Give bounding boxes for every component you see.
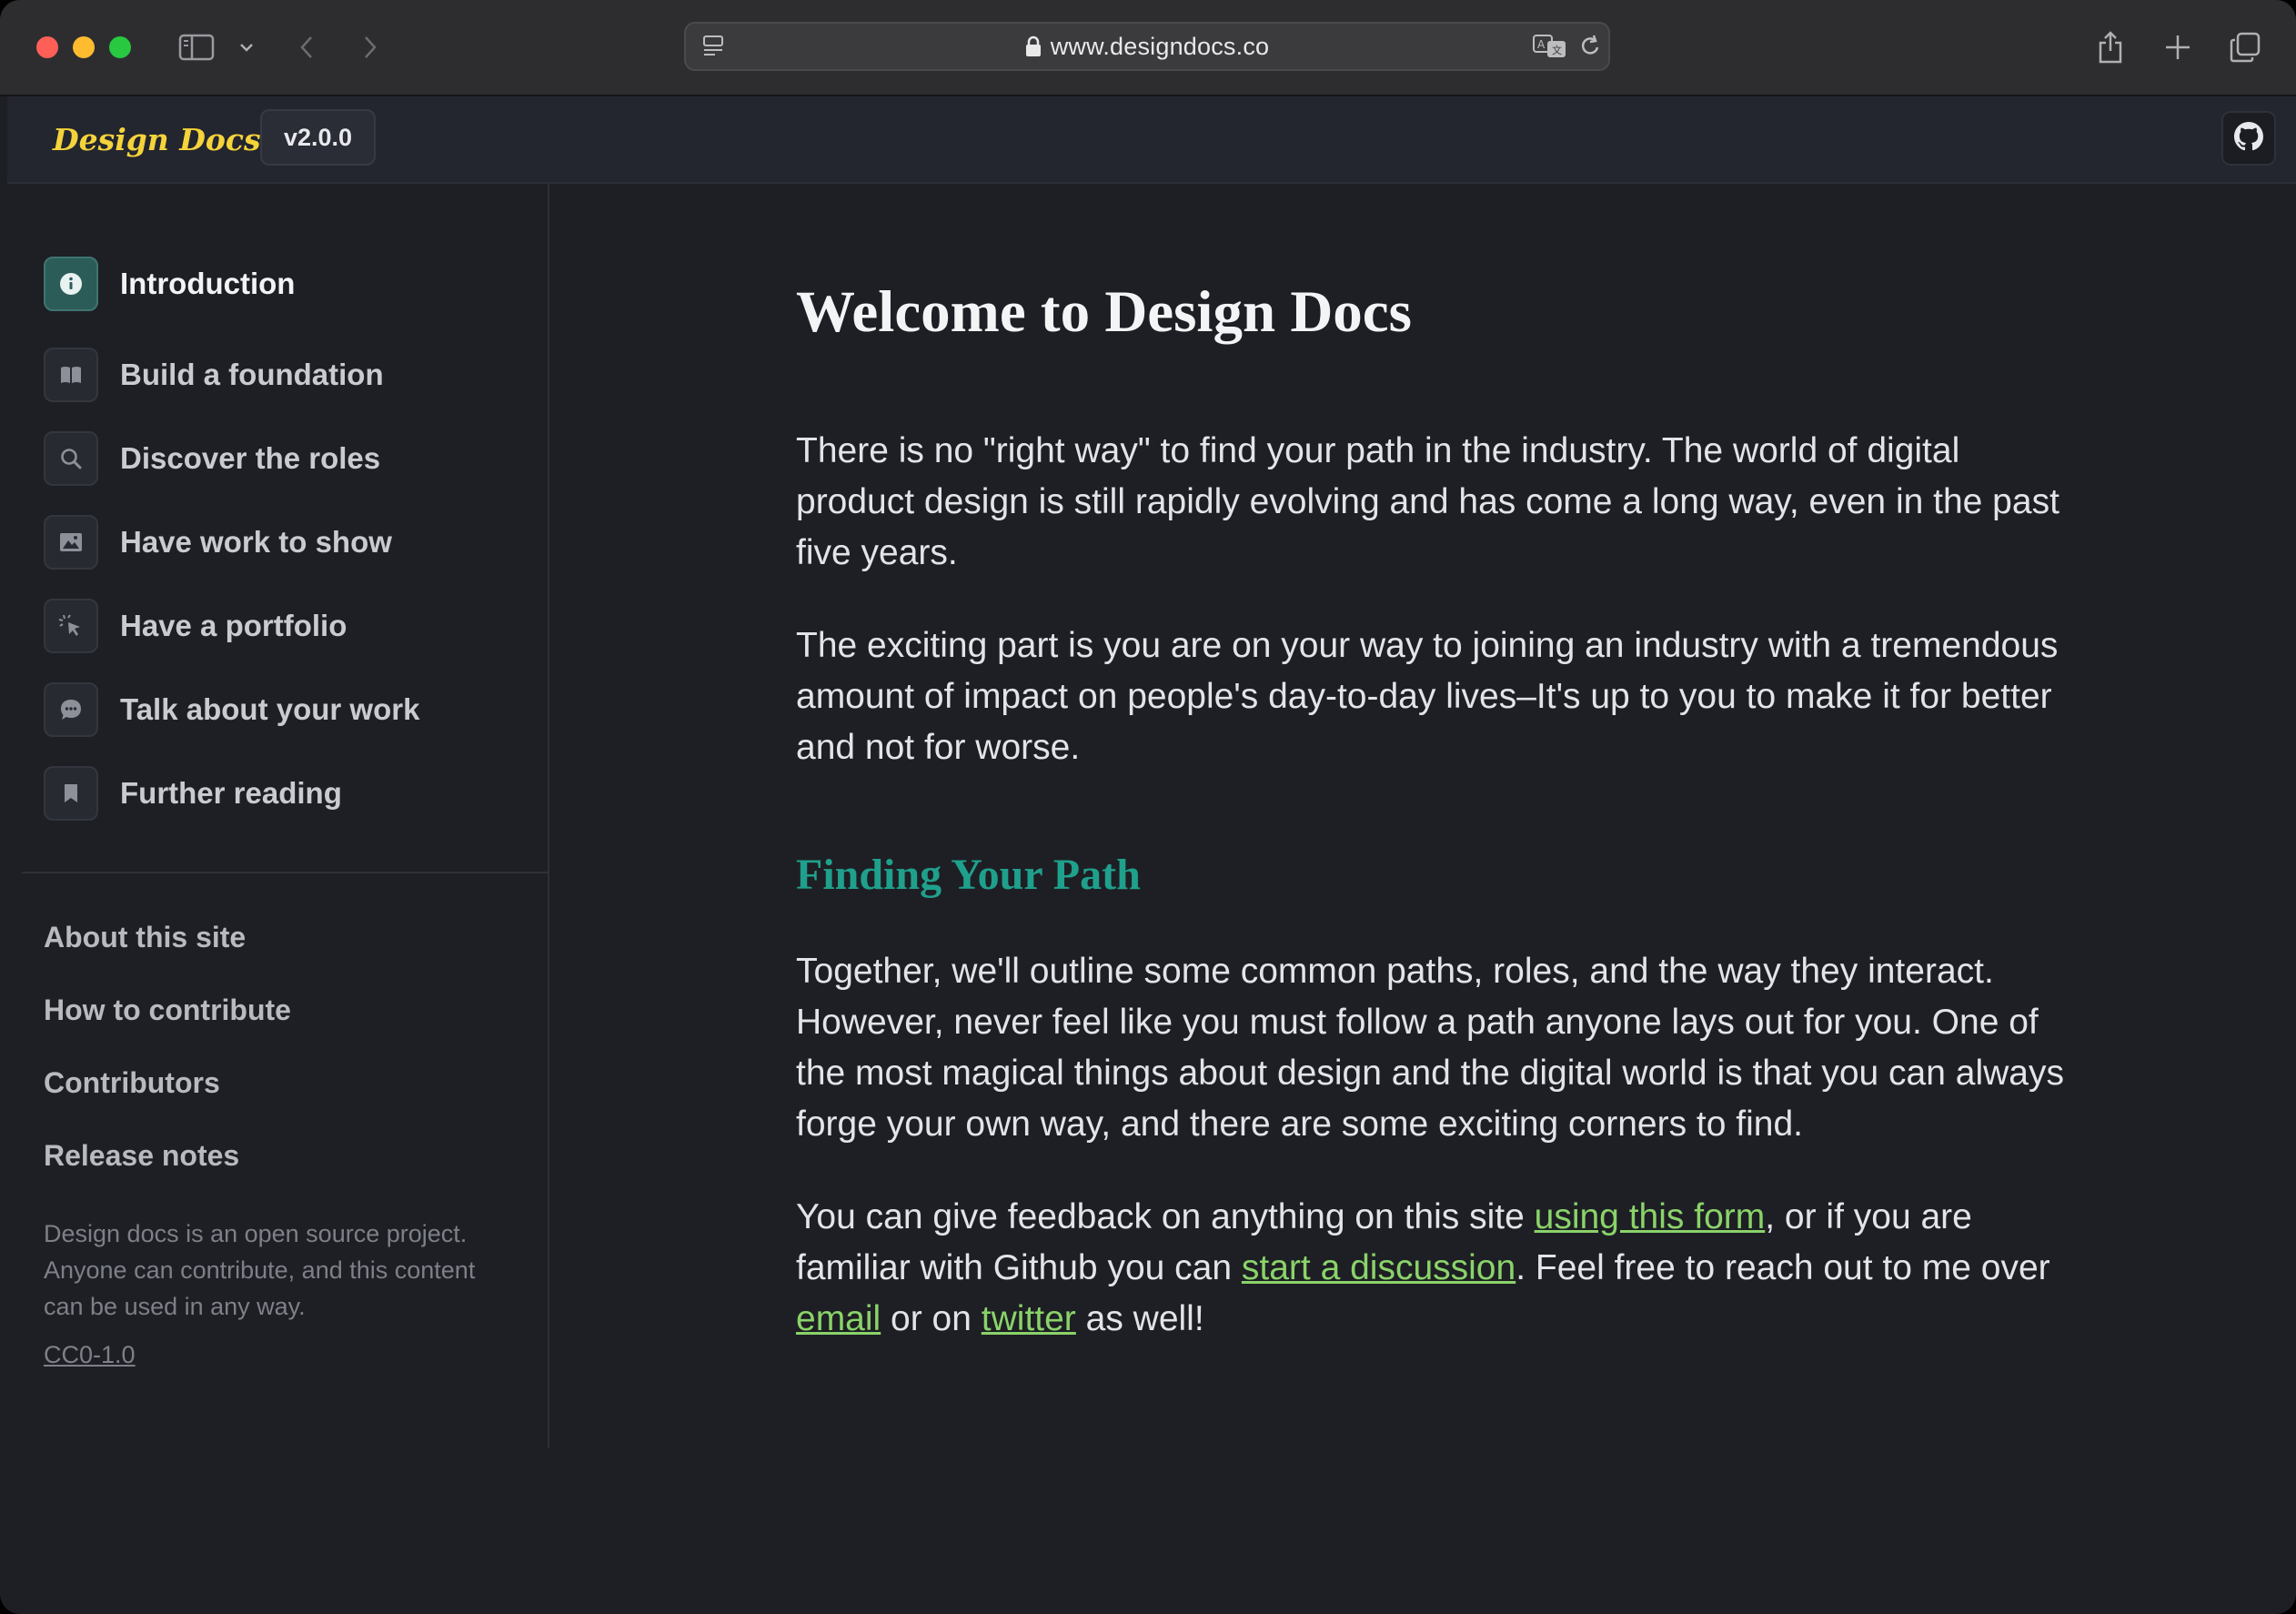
intro-paragraph-1: There is no "right way" to find your pat… [796,431,2059,572]
chat-bubble-icon [44,682,98,737]
svg-text:文: 文 [1552,44,1562,56]
sidebar-item-talk-about-your-work[interactable]: Talk about your work [44,682,419,737]
browser-window: www.designdocs.co A文 Design Docs v2.0.0 [0,0,2296,1614]
tab-overview-icon[interactable] [2227,25,2263,69]
share-icon[interactable] [2092,25,2129,69]
reload-icon[interactable] [1576,24,1606,69]
sidebar-item-build-a-foundation[interactable]: Build a foundation [44,348,384,402]
version-badge[interactable]: v2.0.0 [260,109,377,166]
intro-paragraph-2: The exciting part is you are on your way… [796,626,2059,767]
search-icon [44,431,98,486]
address-bar[interactable]: www.designdocs.co A文 [684,22,1610,71]
cursor-click-icon [44,599,98,653]
feedback-text: as well! [1075,1299,1204,1338]
new-tab-icon[interactable] [2160,25,2196,69]
browser-toolbar: www.designdocs.co A文 [0,0,2296,96]
feedback-text: You can give feedback on anything on thi… [796,1197,1535,1236]
how-to-contribute-link[interactable]: How to contribute [44,994,291,1027]
sidebar-item-have-a-portfolio[interactable]: Have a portfolio [44,599,347,653]
github-icon [2234,121,2263,156]
license-link[interactable]: CC0-1.0 [44,1341,136,1369]
sidebar-item-introduction[interactable]: Introduction [44,257,295,311]
sidebar-item-label: Build a foundation [120,358,384,391]
section-paragraph: Together, we'll outline some common path… [796,952,2064,1144]
release-notes-link[interactable]: Release notes [44,1139,239,1173]
github-button[interactable] [2221,111,2276,166]
book-icon [44,348,98,402]
info-icon [44,257,98,311]
sidebar-item-label: Discover the roles [120,441,381,475]
twitter-link[interactable]: twitter [982,1299,1076,1338]
chevron-down-icon[interactable] [233,25,260,69]
image-icon [44,515,98,570]
back-arrow-icon[interactable] [293,25,320,69]
bookmark-icon [44,766,98,821]
svg-text:A: A [1537,38,1546,51]
sidebar: Introduction Build a foundation Discover… [0,184,549,1448]
feedback-form-link[interactable]: using this form [1535,1197,1766,1236]
sidebar-toggle-icon[interactable] [175,25,218,69]
minimize-window-button[interactable] [73,36,95,58]
url-text: www.designdocs.co [1050,32,1270,60]
translate-icon[interactable]: A文 [1532,24,1568,69]
sidebar-divider [22,872,548,873]
forward-arrow-icon[interactable] [357,25,384,69]
sidebar-item-label: Introduction [120,267,296,300]
close-window-button[interactable] [36,36,58,58]
lock-icon [1025,35,1042,57]
sidebar-item-label: Have a portfolio [120,609,347,642]
contributors-link[interactable]: Contributors [44,1066,220,1100]
page-title: Welcome to Design Docs [796,279,1412,345]
sidebar-item-label: Have work to show [120,525,392,559]
site-header: Design Docs v2.0.0 [7,96,2296,184]
site-logo[interactable]: Design Docs [53,116,261,162]
about-this-site-link[interactable]: About this site [44,921,246,954]
maximize-window-button[interactable] [109,36,131,58]
sidebar-item-label: Talk about your work [120,692,420,726]
feedback-text: or on [881,1299,982,1338]
sidebar-item-label: Further reading [120,776,342,810]
start-discussion-link[interactable]: start a discussion [1242,1248,1516,1287]
feedback-text: . Feel free to reach out to me over [1516,1248,2050,1287]
section-title: Finding Your Path [796,851,1141,899]
sidebar-item-have-work-to-show[interactable]: Have work to show [44,515,392,570]
feedback-paragraph: You can give feedback on anything on thi… [796,1192,2088,1345]
sidebar-item-further-reading[interactable]: Further reading [44,766,342,821]
email-link[interactable]: email [796,1299,881,1338]
sidebar-item-discover-the-roles[interactable]: Discover the roles [44,431,380,486]
project-description: Design docs is an open source project. A… [44,1220,476,1320]
